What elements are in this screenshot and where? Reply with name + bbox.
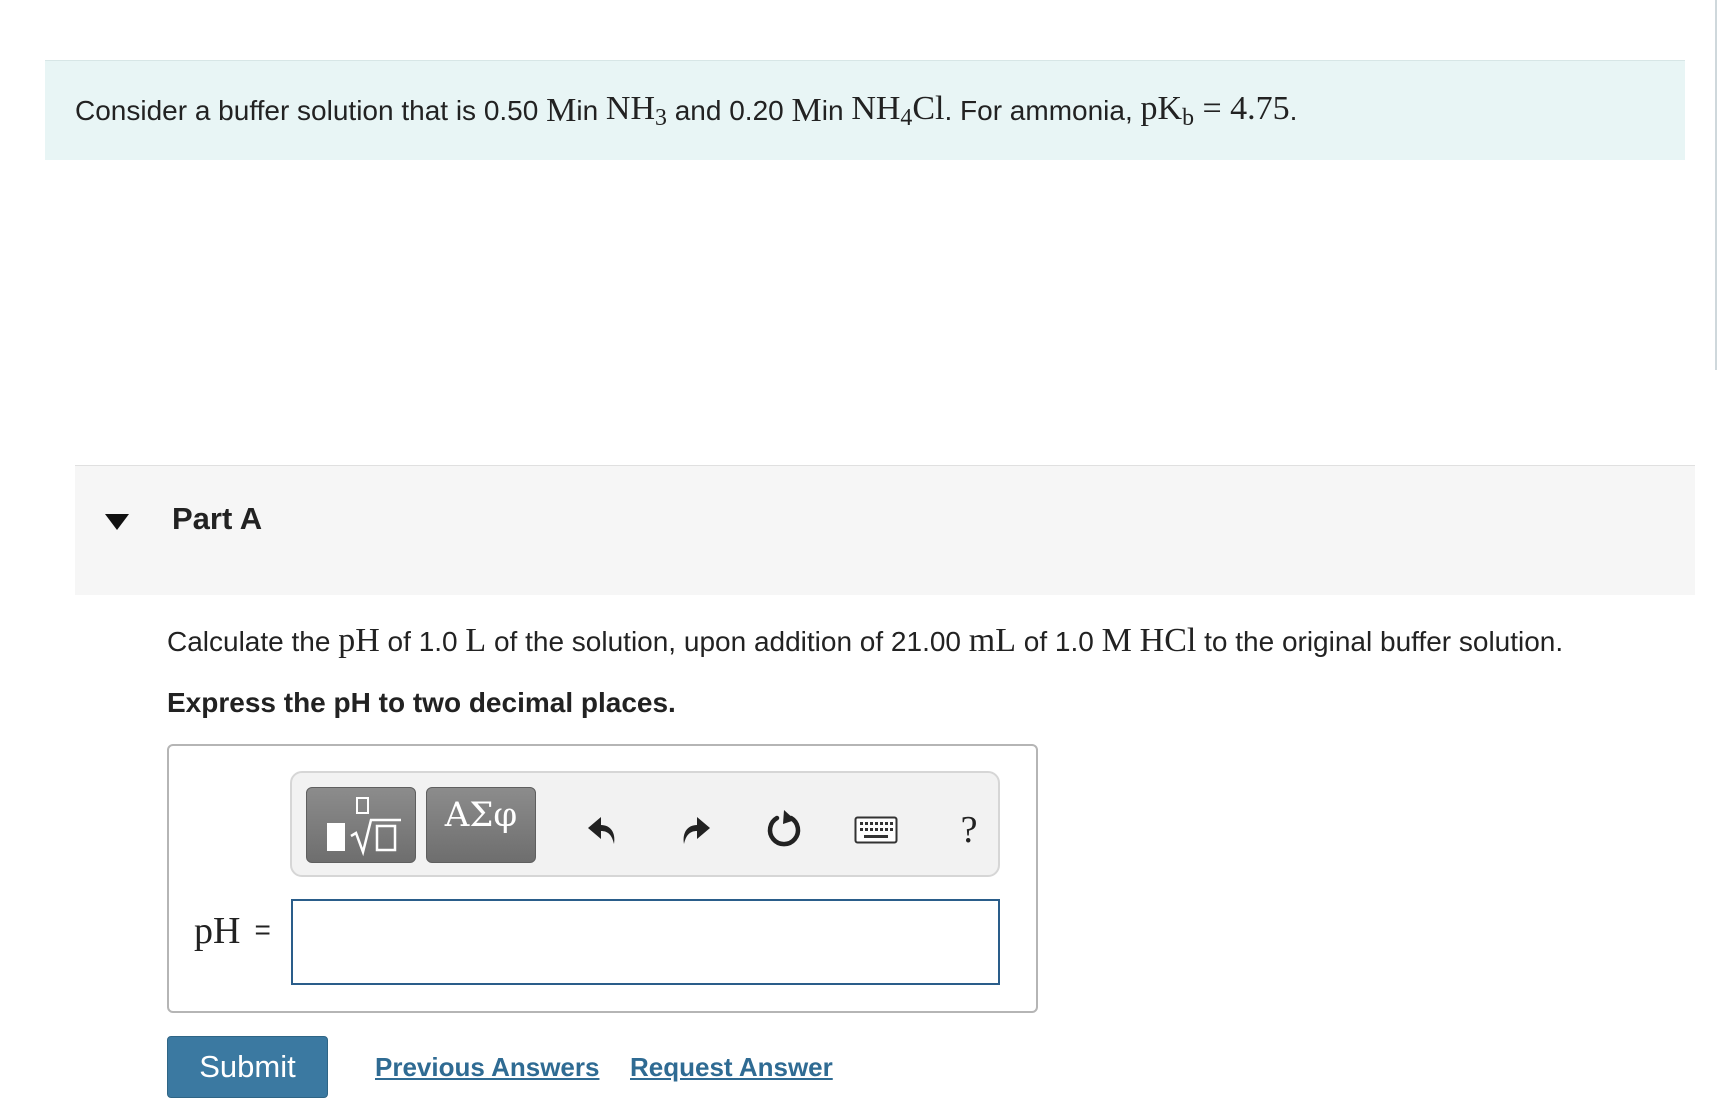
question-text-4: of 1.0 (1016, 626, 1102, 657)
math-toolbar: ΑΣφ ? (290, 771, 1000, 877)
templates-radical-icon (327, 797, 401, 857)
answer-label: pH = (194, 909, 271, 953)
formula-nh4-tail: Cl (912, 89, 945, 127)
reset-icon[interactable] (762, 808, 806, 852)
pkb-value: = 4.75 (1193, 89, 1290, 127)
part-a-header[interactable]: Part A (75, 465, 1695, 595)
unit-molar-3: M (1101, 622, 1132, 659)
formula-nh3-base: NH (605, 89, 656, 127)
question-text-6: to the original buffer solution. (1196, 626, 1564, 657)
question-text-1: Calculate the (167, 626, 339, 657)
formula-nh4cl: NH4Cl (851, 90, 944, 132)
intro-text-4: in (821, 94, 844, 126)
formula-nh3: NH3 (606, 90, 667, 132)
unit-milliliter: mL (968, 622, 1016, 659)
right-divider (1715, 0, 1717, 370)
formula-nh3-sub: 3 (655, 104, 667, 131)
previous-answers-link[interactable]: Previous Answers (375, 1052, 599, 1083)
undo-icon[interactable] (582, 808, 626, 852)
intro-text-2: in (576, 94, 599, 126)
help-button[interactable]: ? (947, 808, 991, 852)
answer-label-equals: = (254, 914, 271, 945)
question-text-3: of the solution, upon addition of 21.00 (486, 626, 969, 657)
question-ph: pH (338, 622, 380, 659)
formula-nh4-sub: 4 (900, 104, 913, 131)
intro-text-3: and 0.20 (674, 94, 784, 126)
greek-symbols-button[interactable]: ΑΣφ (426, 787, 536, 863)
greek-symbols-label: ΑΣφ (444, 795, 518, 835)
intro-text-5: . For ammonia, (944, 94, 1133, 126)
answer-area: ΑΣφ ? pH = (167, 744, 1038, 1013)
pkb-expression: pKb = 4.75 (1141, 90, 1290, 132)
submit-button[interactable]: Submit (167, 1036, 328, 1098)
intro-text-6: . (1289, 94, 1298, 126)
formula-nh4-base: NH (851, 89, 901, 127)
redo-icon[interactable] (672, 808, 716, 852)
question-text-2: of 1.0 (379, 626, 466, 657)
intro-text-1: Consider a buffer solution that is 0.50 (75, 94, 539, 126)
unit-molar-2: M (791, 91, 822, 129)
answer-instruction: Express the pH to two decimal places. (167, 687, 676, 718)
templates-button[interactable] (306, 787, 416, 863)
request-answer-link[interactable]: Request Answer (630, 1052, 833, 1083)
ph-answer-input[interactable] (291, 899, 1000, 985)
answer-label-ph: pH (194, 910, 241, 952)
question-text-5 (1132, 626, 1140, 657)
unit-molar: M (546, 91, 577, 129)
pkb-sub: b (1182, 104, 1194, 131)
problem-intro: Consider a buffer solution that is 0.50 … (45, 60, 1685, 160)
caret-down-icon[interactable] (105, 514, 129, 530)
unit-liter: L (465, 622, 487, 659)
pkb-base: pK (1140, 89, 1183, 127)
formula-hcl: HCl (1139, 622, 1197, 659)
keyboard-icon[interactable] (854, 808, 898, 852)
question-text: Calculate the pH of 1.0 L of the solutio… (167, 622, 1563, 660)
part-title: Part A (172, 501, 263, 536)
